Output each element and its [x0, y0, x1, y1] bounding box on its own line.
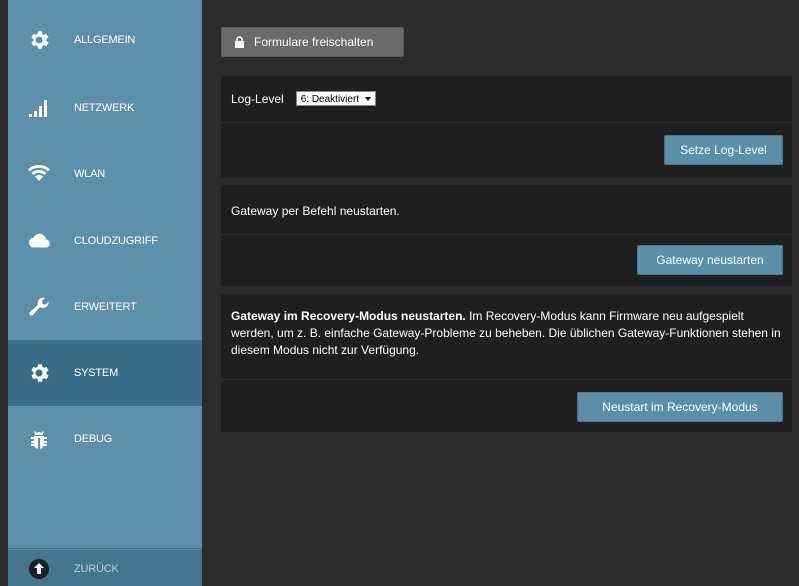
sidebar-item-wlan[interactable]: WLAN: [8, 141, 202, 207]
sidebar-item-debug[interactable]: DEBUG: [8, 406, 202, 472]
restart-panel: Gateway per Befehl neustarten. Gateway n…: [221, 185, 792, 286]
log-level-row: Log-Level 6: Deaktiviert: [221, 76, 792, 123]
sidebar-back-button[interactable]: ZURÜCK: [8, 550, 202, 586]
gear-icon: [26, 27, 52, 53]
sidebar-item-label: CLOUDZUGRIFF: [74, 235, 158, 247]
restart-text: Gateway per Befehl neustarten.: [231, 204, 400, 218]
restart-actions: Gateway neustarten: [221, 235, 792, 286]
sidebar-item-label: ALLGEMEIN: [74, 34, 136, 46]
unlock-forms-label: Formulare freischalten: [254, 35, 374, 49]
log-level-panel: Log-Level 6: Deaktiviert Setze Log-Level: [221, 76, 792, 178]
sidebar-item-label: ERWEITERT: [74, 301, 137, 313]
sidebar-back-label: ZURÜCK: [74, 563, 119, 575]
recovery-panel: Gateway im Recovery-Modus neustarten. Im…: [221, 294, 792, 432]
sidebar-item-label: WLAN: [74, 168, 105, 180]
unlock-forms-button[interactable]: Formulare freischalten: [221, 27, 404, 57]
recovery-row: Gateway im Recovery-Modus neustarten. Im…: [221, 294, 792, 380]
log-level-actions: Setze Log-Level: [221, 123, 792, 178]
lock-icon: [235, 36, 244, 48]
gateway-restart-button[interactable]: Gateway neustarten: [637, 245, 783, 275]
recovery-title: Gateway im Recovery-Modus neustarten.: [231, 309, 466, 323]
wrench-icon: [26, 294, 52, 320]
gateway-restart-label: Gateway neustarten: [656, 253, 764, 267]
sidebar-item-system[interactable]: SYSTEM: [8, 340, 202, 406]
sidebar-item-netzwerk[interactable]: NETZWERK: [8, 75, 202, 141]
sidebar-divider: [8, 548, 202, 549]
arrow-up-circle-icon: [26, 556, 52, 582]
wifi-icon: [26, 161, 52, 187]
log-level-select[interactable]: 6: Deaktiviert: [295, 91, 377, 106]
log-level-label: Log-Level: [231, 91, 284, 106]
bug-icon: [26, 426, 52, 452]
recovery-description: Gateway im Recovery-Modus neustarten. Im…: [231, 308, 783, 359]
chevron-down-icon: [365, 97, 372, 101]
sidebar: ALLGEMEIN NETZWERK WLAN CLOUDZUGRIFF ERW…: [8, 0, 202, 586]
signal-bars-icon: [26, 95, 52, 121]
recovery-actions: Neustart im Recovery-Modus: [221, 380, 792, 432]
gear-icon: [26, 360, 52, 386]
sidebar-item-cloudzugriff[interactable]: CLOUDZUGRIFF: [8, 208, 202, 274]
sidebar-item-erweitert[interactable]: ERWEITERT: [8, 274, 202, 340]
sidebar-item-label: DEBUG: [74, 433, 113, 445]
sidebar-item-label: NETZWERK: [74, 102, 135, 114]
set-log-level-button[interactable]: Setze Log-Level: [664, 135, 783, 165]
cloud-icon: [26, 228, 52, 254]
recovery-restart-button[interactable]: Neustart im Recovery-Modus: [577, 392, 783, 422]
main-content: Formulare freischalten Log-Level 6: Deak…: [202, 0, 799, 586]
log-level-select-value: 6: Deaktiviert: [300, 94, 360, 105]
sidebar-item-allgemein[interactable]: ALLGEMEIN: [8, 7, 202, 73]
restart-row: Gateway per Befehl neustarten.: [221, 185, 792, 235]
sidebar-item-label: SYSTEM: [74, 367, 119, 379]
set-log-level-label: Setze Log-Level: [680, 143, 767, 157]
recovery-restart-label: Neustart im Recovery-Modus: [602, 400, 758, 414]
